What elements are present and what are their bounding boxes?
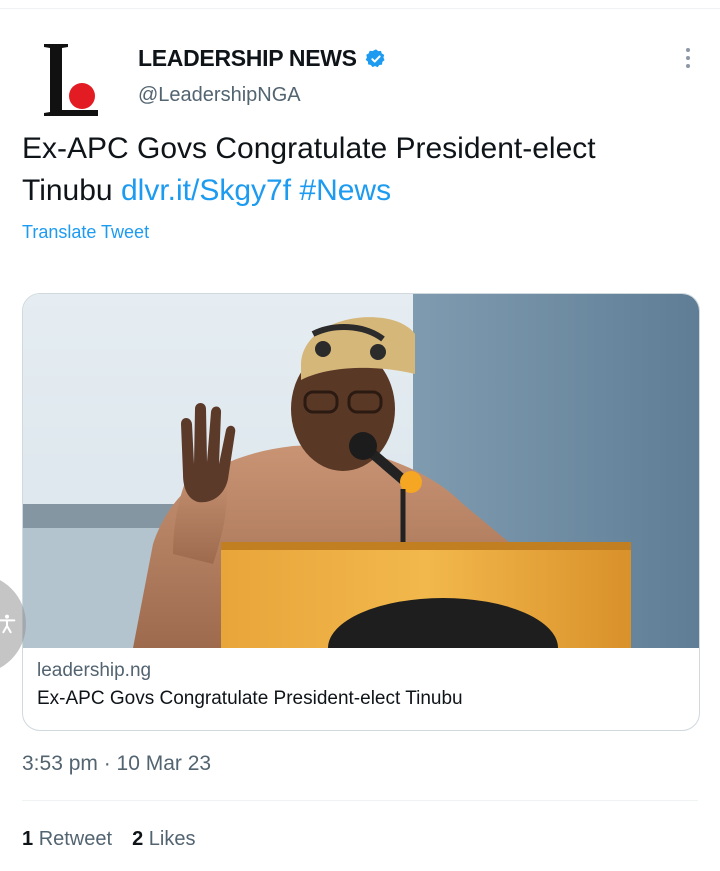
link-card[interactable]: leadership.ng Ex-APC Govs Congratulate P… <box>22 293 700 731</box>
leadership-logo <box>44 44 98 116</box>
display-name[interactable]: LEADERSHIP NEWS <box>138 45 357 72</box>
tweet-timestamp[interactable]: 3:53 pm · 10 Mar 23 <box>22 752 211 776</box>
name-row: LEADERSHIP NEWS <box>138 45 387 72</box>
card-title: Ex-APC Govs Congratulate President-elect… <box>37 688 463 709</box>
handle[interactable]: @LeadershipNGA <box>138 84 301 107</box>
tweet-stats: 1 Retweet 2 Likes <box>22 828 195 851</box>
card-image[interactable] <box>23 294 699 648</box>
retweets-label: Retweet <box>38 828 113 850</box>
avatar[interactable] <box>34 40 114 120</box>
likes-label: Likes <box>148 828 196 850</box>
likes-stat[interactable]: 2 Likes <box>132 828 195 851</box>
accessibility-figure-icon <box>0 614 16 634</box>
top-divider <box>0 8 720 9</box>
verified-badge-icon <box>365 48 387 70</box>
translate-tweet-link[interactable]: Translate Tweet <box>22 222 149 243</box>
more-vertical-icon[interactable] <box>676 46 700 70</box>
stats-divider <box>22 800 698 801</box>
retweets-stat[interactable]: 1 Retweet <box>22 828 112 851</box>
tweet-header: LEADERSHIP NEWS @LeadershipNGA <box>22 36 702 126</box>
retweets-count: 1 <box>22 828 34 850</box>
speaker-photo <box>23 294 699 648</box>
likes-count: 2 <box>132 828 144 850</box>
card-domain: leadership.ng <box>37 660 152 681</box>
tweet-link[interactable]: dlvr.it/Skgy7f <box>121 174 291 207</box>
tweet-hashtag[interactable]: #News <box>299 174 391 207</box>
card-meta: leadership.ng Ex-APC Govs Congratulate P… <box>37 660 463 710</box>
tweet-text: Ex-APC Govs Congratulate President-elect… <box>22 128 692 212</box>
